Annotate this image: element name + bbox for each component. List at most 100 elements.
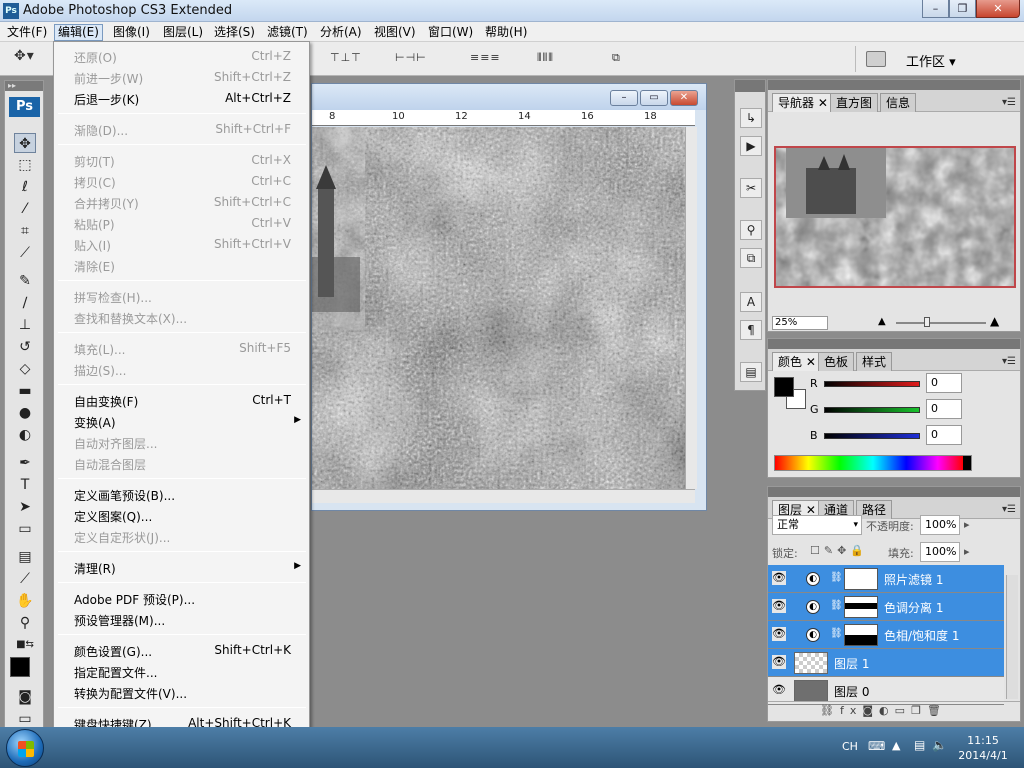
minimize-button[interactable]: – bbox=[922, 0, 949, 18]
zoom-in-icon[interactable]: ▲ bbox=[990, 314, 999, 328]
new-layer-icon[interactable]: ❐ bbox=[911, 704, 927, 717]
toolbox-ps-logo[interactable]: Ps bbox=[9, 97, 40, 117]
eye-icon[interactable]: 👁 bbox=[772, 683, 786, 697]
gradient-tool-icon[interactable]: ▬ bbox=[14, 381, 36, 401]
foreground-color-swatch[interactable] bbox=[10, 657, 30, 677]
channel-g-value[interactable]: 0 bbox=[926, 399, 962, 419]
path-selection-tool-icon[interactable]: ➤ bbox=[14, 497, 36, 517]
navigator-zoom-field[interactable]: 25% bbox=[772, 316, 828, 330]
layer-row[interactable]: 👁 ◐ ⛓ 色调分离 1 bbox=[768, 593, 1004, 621]
tab-histogram[interactable]: 直方图 bbox=[830, 93, 879, 112]
layer-mask-thumbnail[interactable] bbox=[844, 568, 878, 590]
channel-b-slider[interactable] bbox=[824, 433, 920, 439]
menu-analysis[interactable]: 分析(A) bbox=[317, 24, 365, 41]
navigator-thumbnail[interactable] bbox=[774, 146, 1016, 288]
fill-arrow-icon[interactable]: ▸ bbox=[964, 545, 970, 558]
shape-tool-icon[interactable]: ▭ bbox=[14, 519, 36, 539]
layers-scrollbar[interactable] bbox=[1006, 575, 1018, 699]
document-restore-button[interactable]: ▭ bbox=[640, 90, 668, 106]
menu-layer[interactable]: 图层(L) bbox=[160, 24, 206, 41]
magic-wand-tool-icon[interactable]: ⁄ bbox=[14, 199, 36, 219]
fx-icon[interactable]: fx bbox=[840, 704, 862, 717]
layer-row[interactable]: 👁 图层 1 bbox=[768, 649, 1004, 677]
slice-tool-icon[interactable]: ⟋ bbox=[14, 243, 36, 263]
healing-brush-tool-icon[interactable]: ✎ bbox=[14, 271, 36, 291]
layer-mask-thumbnail[interactable] bbox=[844, 624, 878, 646]
chain-link-icon[interactable]: ⛓ bbox=[830, 600, 843, 611]
menu-help[interactable]: 帮助(H) bbox=[482, 24, 530, 41]
notes-tool-icon[interactable]: ▤ bbox=[14, 547, 36, 567]
adjustment-icon[interactable]: ◐ bbox=[879, 704, 895, 717]
start-button[interactable] bbox=[6, 729, 44, 767]
edit-menu-item[interactable]: 定义图案(Q)... bbox=[54, 505, 309, 525]
layer-row[interactable]: 👁 ◐ ⛓ 照片滤镜 1 bbox=[768, 565, 1004, 593]
mask-icon[interactable]: ◙ bbox=[862, 704, 879, 717]
zoom-out-icon[interactable]: ▲ bbox=[878, 316, 886, 327]
paragraph-panel-icon[interactable]: ¶ bbox=[740, 320, 762, 340]
align-left-icon[interactable]: ⊢⊣⊢ bbox=[395, 51, 427, 67]
tool-presets-icon[interactable]: ✂ bbox=[740, 178, 762, 198]
distribute-left-icon[interactable]: ⫴⫴⫴ bbox=[537, 51, 554, 67]
trash-icon[interactable]: 🗑 bbox=[927, 704, 947, 717]
hand-tool-icon[interactable]: ✋ bbox=[14, 591, 36, 611]
panel-menu-icon[interactable]: ▾☰ bbox=[1002, 504, 1016, 515]
workspace-menu[interactable]: 工作区 ▾ bbox=[906, 51, 956, 70]
panel-grip[interactable] bbox=[768, 487, 1020, 497]
layer-comps-icon[interactable]: ▤ bbox=[740, 362, 762, 382]
opacity-arrow-icon[interactable]: ▸ bbox=[964, 518, 970, 531]
edit-menu-item[interactable]: Adobe PDF 预设(P)... bbox=[54, 588, 309, 608]
fill-field[interactable]: 100% bbox=[920, 542, 960, 562]
blend-mode-select[interactable]: 正常 ▾ bbox=[772, 515, 862, 535]
move-tool-icon[interactable]: ✥ bbox=[14, 133, 36, 153]
edit-menu-item[interactable]: 清理(R) ▶ bbox=[54, 557, 309, 577]
color-foreground-swatch[interactable] bbox=[774, 377, 794, 397]
dock-grip[interactable] bbox=[735, 80, 765, 92]
brushes-panel-icon[interactable]: ⚲ bbox=[740, 220, 762, 240]
tab-swatches[interactable]: 色板 bbox=[818, 352, 855, 371]
opacity-field[interactable]: 100% bbox=[920, 515, 960, 535]
edit-menu-item[interactable]: 变换(A) ▶ bbox=[54, 411, 309, 431]
channel-g-slider[interactable] bbox=[824, 407, 920, 413]
channel-b-value[interactable]: 0 bbox=[926, 425, 962, 445]
menu-file[interactable]: 文件(F) bbox=[4, 24, 50, 41]
quick-mask-icon[interactable]: ◙ bbox=[14, 687, 36, 707]
zoom-slider-knob[interactable] bbox=[924, 317, 930, 327]
type-tool-icon[interactable]: T bbox=[14, 475, 36, 495]
chain-link-icon[interactable]: ⛓ bbox=[830, 628, 843, 639]
blur-tool-icon[interactable]: ● bbox=[14, 403, 36, 423]
tab-styles[interactable]: 样式 bbox=[856, 352, 893, 371]
navigator-zoom-slider[interactable] bbox=[896, 317, 986, 327]
edit-menu-item[interactable]: 定义画笔预设(B)... bbox=[54, 484, 309, 504]
lock-icons[interactable]: ☐✎✥🔒 bbox=[810, 544, 868, 557]
tab-color[interactable]: 颜色 ✕ bbox=[772, 352, 822, 371]
menu-view[interactable]: 视图(V) bbox=[371, 24, 419, 41]
color-spectrum-ramp[interactable] bbox=[774, 455, 972, 471]
panel-menu-icon[interactable]: ▾☰ bbox=[1002, 356, 1016, 367]
auto-align-icon[interactable]: ⧉ bbox=[612, 51, 621, 67]
align-top-icon[interactable]: ⊤⊥⊤ bbox=[330, 51, 362, 67]
panel-grip[interactable] bbox=[768, 339, 1020, 349]
volume-icon[interactable]: 🔈 bbox=[932, 738, 947, 752]
eye-icon[interactable]: 👁 bbox=[772, 627, 786, 641]
document-minimize-button[interactable]: – bbox=[610, 90, 638, 106]
link-icon[interactable]: ⛓ bbox=[820, 704, 840, 717]
panel-menu-icon[interactable]: ▾☰ bbox=[1002, 97, 1016, 108]
eye-icon[interactable]: 👁 bbox=[772, 571, 786, 585]
zoom-tool-icon[interactable]: ⚲ bbox=[14, 613, 36, 633]
menu-image[interactable]: 图像(I) bbox=[110, 24, 153, 41]
dodge-tool-icon[interactable]: ◐ bbox=[14, 425, 36, 445]
menu-edit[interactable]: 编辑(E) bbox=[54, 24, 103, 41]
history-brush-tool-icon[interactable]: ↺ bbox=[14, 337, 36, 357]
up-arrow-icon[interactable]: ▲ bbox=[892, 739, 900, 752]
layer-thumbnail[interactable] bbox=[794, 680, 828, 702]
move-tool-preset-icon[interactable]: ✥▾ bbox=[14, 48, 35, 64]
folder-icon[interactable]: ▭ bbox=[895, 704, 911, 717]
toolbox-grip[interactable]: ▸▸ bbox=[5, 81, 43, 91]
document-titlebar[interactable]: – ▭ ✕ bbox=[312, 84, 706, 110]
channel-r-slider[interactable] bbox=[824, 381, 920, 387]
edit-menu-item[interactable]: 后退一步(K) Alt+Ctrl+Z bbox=[54, 88, 309, 108]
edit-menu-item[interactable]: 自由变换(F) Ctrl+T bbox=[54, 390, 309, 410]
keyboard-icon[interactable]: ⌨ bbox=[868, 739, 885, 753]
actions-panel-icon[interactable]: ▶ bbox=[740, 136, 762, 156]
brush-tool-icon[interactable]: ∕ bbox=[14, 293, 36, 313]
